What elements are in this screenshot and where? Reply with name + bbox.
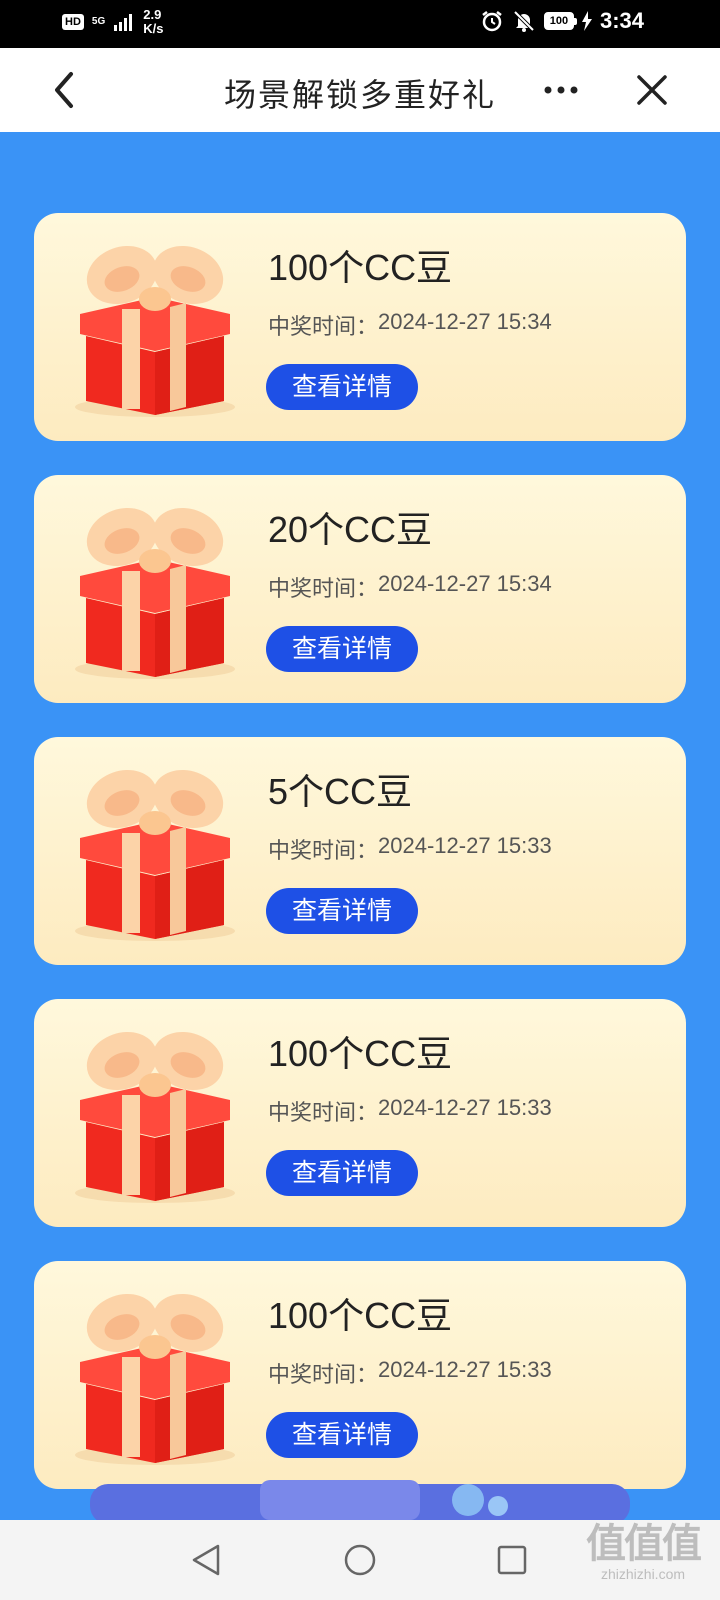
speed-unit: K/s [143,21,164,36]
win-time: 中奖时间： 2024-12-27 15:33 [268,1357,552,1389]
watermark-logo: 值值值 [586,1522,702,1566]
win-time-label: 中奖时间： [268,838,379,863]
battery-indicator: 100 [543,12,577,30]
reward-card: 100个CC豆 中奖时间： 2024-12-27 15:34 查看详情 [34,213,686,441]
win-time-label: 中奖时间： [268,576,379,601]
close-button[interactable] [628,66,676,114]
watermark: 值值值 zhizhizhi.com [586,1522,702,1582]
win-time-value: 2024-12-27 15:33 [378,833,552,858]
win-time-value: 2024-12-27 15:34 [378,309,552,334]
nav-home-button[interactable] [340,1540,380,1580]
status-bar: HD 5G 2.9 K/s 100 3:34 [0,0,720,48]
clock: 3:34 [599,8,644,33]
view-details-button[interactable]: 查看详情 [266,364,418,410]
bottom-decoration [0,1480,720,1520]
more-button[interactable] [537,66,585,114]
mute-notification-icon [513,10,535,32]
reward-title: 5个CC豆 [268,771,413,812]
reward-title: 100个CC豆 [268,1033,453,1074]
win-time: 中奖时间： 2024-12-27 15:34 [268,571,552,603]
win-time-label: 中奖时间： [268,1100,379,1125]
triangle-back-icon [192,1544,220,1576]
alarm-icon [482,11,502,32]
gift-box-icon [70,239,240,419]
close-icon [637,75,667,105]
nav-back-button[interactable] [186,1540,226,1580]
win-time: 中奖时间： 2024-12-27 15:33 [268,1095,552,1127]
gift-box-icon [70,501,240,681]
view-details-button[interactable]: 查看详情 [266,1412,418,1458]
view-details-button[interactable]: 查看详情 [266,626,418,672]
view-details-button[interactable]: 查看详情 [266,888,418,934]
gift-box-icon [70,763,240,943]
charging-icon [581,11,592,31]
win-time-value: 2024-12-27 15:34 [378,571,552,596]
circle-home-icon [344,1544,376,1576]
gift-box-icon [70,1287,240,1467]
reward-card: 5个CC豆 中奖时间： 2024-12-27 15:33 查看详情 [34,737,686,965]
title-bar: 场景解锁多重好礼 [0,48,720,132]
signal-icon [114,14,133,31]
network-type: 5G [91,16,106,27]
more-icon [544,86,578,94]
page-title: 场景解锁多重好礼 [223,77,496,113]
hd-badge: HD [62,14,84,30]
reward-card: 20个CC豆 中奖时间： 2024-12-27 15:34 查看详情 [34,475,686,703]
win-time-label: 中奖时间： [268,314,379,339]
square-recents-icon [497,1545,527,1575]
reward-title: 100个CC豆 [268,1295,453,1336]
speed-value: 2.9 [143,7,162,22]
gift-box-icon [70,1025,240,1205]
reward-card: 100个CC豆 中奖时间： 2024-12-27 15:33 查看详情 [34,1261,686,1489]
reward-card: 100个CC豆 中奖时间： 2024-12-27 15:33 查看详情 [34,999,686,1227]
watermark-text: zhizhizhi.com [600,1566,686,1582]
win-time-value: 2024-12-27 15:33 [378,1357,552,1382]
reward-title: 20个CC豆 [268,509,433,550]
win-time-value: 2024-12-27 15:33 [378,1095,552,1120]
win-time: 中奖时间： 2024-12-27 15:33 [268,833,552,865]
nav-recents-button[interactable] [492,1540,532,1580]
reward-title: 100个CC豆 [268,247,453,288]
view-details-button[interactable]: 查看详情 [266,1150,418,1196]
network-speed: 2.9 K/s [143,8,163,36]
win-time-label: 中奖时间： [268,1362,379,1387]
status-right: 100 3:34 [480,8,644,34]
status-left: HD 5G 2.9 K/s [62,8,163,36]
win-time: 中奖时间： 2024-12-27 15:34 [268,309,552,341]
